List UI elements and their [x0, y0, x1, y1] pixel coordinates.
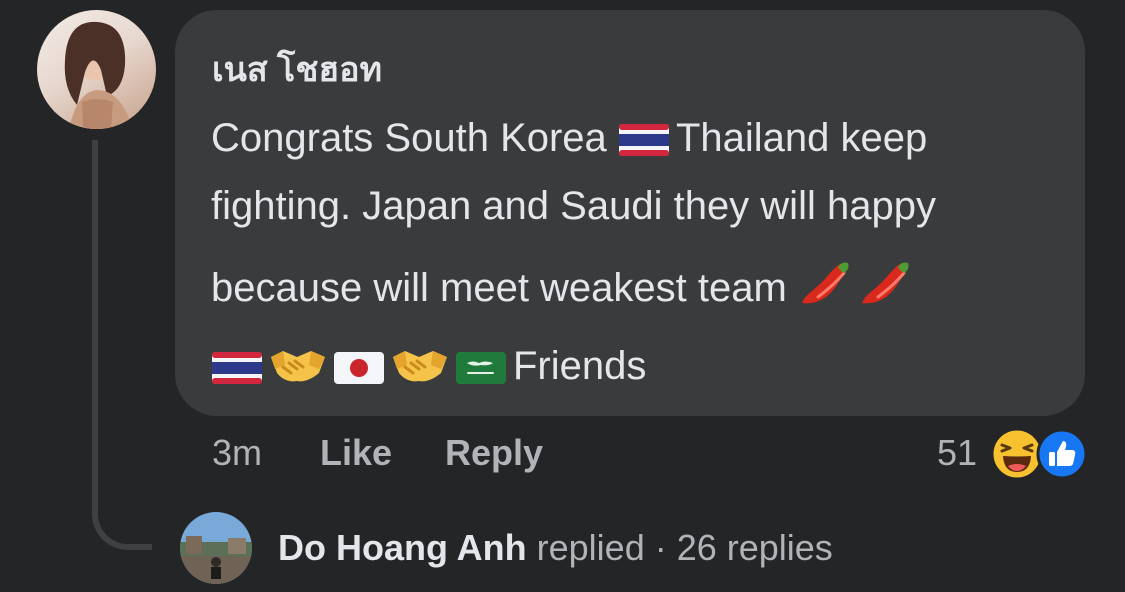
saudi-flag-icon: [455, 348, 507, 396]
japan-flag-icon: [333, 348, 385, 396]
reply-button[interactable]: Reply: [445, 432, 543, 474]
like-button[interactable]: Like: [320, 432, 392, 474]
thailand-flag-icon: [211, 348, 263, 396]
commenter-avatar[interactable]: [37, 10, 156, 129]
chili-pepper-icon: [858, 259, 912, 318]
thread-connector: [92, 140, 152, 550]
comment-timestamp[interactable]: 3m: [212, 432, 262, 474]
comment-text-line-3: because will meet weakest team: [211, 259, 918, 318]
reaction-count[interactable]: 51: [937, 432, 977, 474]
view-replies-link[interactable]: Do Hoang Anh replied · 26 replies: [278, 527, 833, 569]
like-reaction-icon[interactable]: [1036, 428, 1088, 480]
comment-thread: เนส โชฮอท Congrats South Korea Thailand …: [0, 0, 1125, 592]
handshake-icon: [269, 343, 327, 396]
comment-author[interactable]: เนส โชฮอท: [212, 42, 382, 96]
handshake-icon: [391, 343, 449, 396]
thailand-flag-icon: [618, 120, 670, 168]
replies-summary[interactable]: replied · 26 replies: [537, 527, 833, 568]
comment-text-line-4: Friends: [211, 342, 646, 396]
replier-avatar[interactable]: [180, 512, 252, 584]
comment-text-line-1: Congrats South Korea Thailand keep: [211, 114, 927, 168]
chili-pepper-icon: [798, 259, 852, 318]
comment-text-line-2: fighting. Japan and Saudi they will happ…: [211, 184, 936, 228]
replier-name[interactable]: Do Hoang Anh: [278, 527, 527, 568]
